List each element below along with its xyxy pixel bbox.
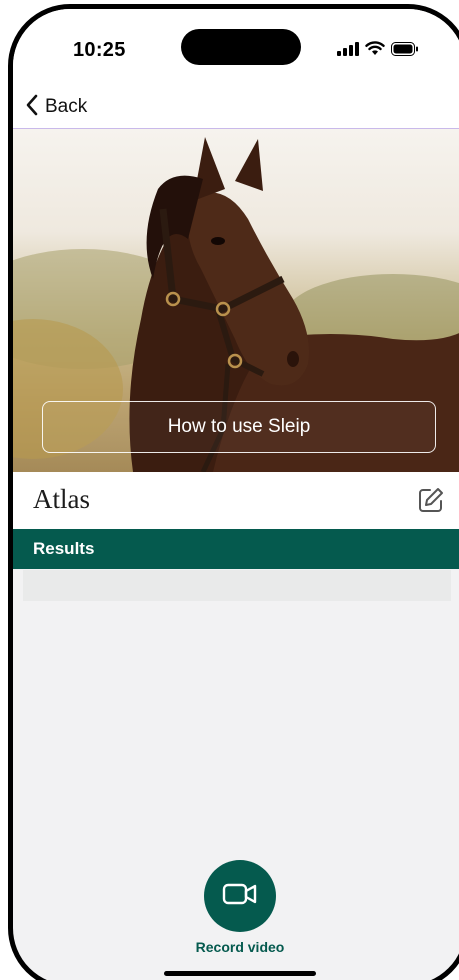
status-icons <box>337 41 419 61</box>
home-indicator[interactable] <box>164 971 316 976</box>
results-title: Results <box>33 539 95 558</box>
results-row <box>23 570 451 601</box>
edit-pencil-icon <box>417 488 445 518</box>
horse-name: Atlas <box>33 484 90 514</box>
wifi-icon <box>365 41 385 61</box>
back-label: Back <box>45 96 88 117</box>
status-time: 10:25 <box>73 39 126 61</box>
phone-frame: 10:25 Back How to use Sleip Atlas Result… <box>8 4 459 980</box>
battery-icon <box>391 41 419 61</box>
hero-image: How to use Sleip <box>13 129 459 472</box>
cellular-signal-icon <box>337 41 359 61</box>
how-to-use-button[interactable]: How to use Sleip <box>42 401 436 453</box>
record-video-button[interactable] <box>204 860 276 932</box>
dynamic-island <box>181 29 301 65</box>
chevron-left-icon <box>25 94 39 121</box>
navigation-bar: Back <box>13 87 459 129</box>
record-video-label: Record video <box>195 939 285 955</box>
back-button[interactable]: Back <box>25 91 87 123</box>
video-camera-icon <box>222 881 258 912</box>
results-header: Results <box>13 529 459 569</box>
status-bar: 10:25 <box>13 9 459 87</box>
edit-name-button[interactable] <box>417 486 447 516</box>
horse-name-row: Atlas <box>13 472 459 529</box>
